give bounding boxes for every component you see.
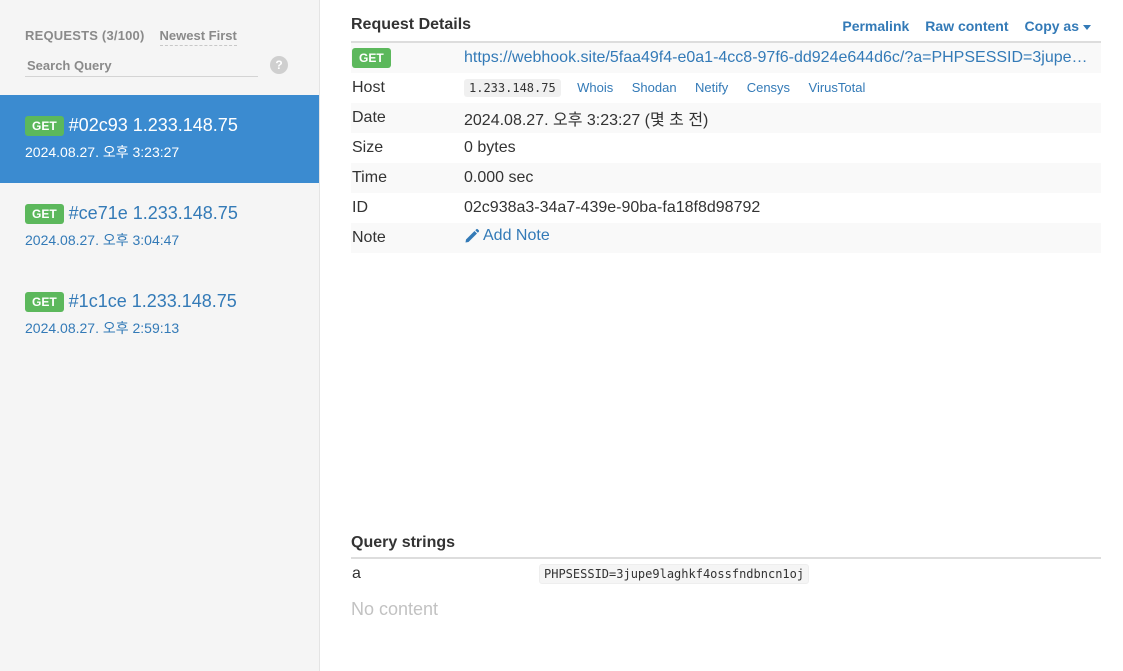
time-value: 0.000 sec (464, 163, 1101, 193)
details-table: GET https://webhook.site/5faa49f4-e0a1-4… (351, 43, 1101, 253)
request-date: 2024.08.27. 오후 3:23:27 (25, 144, 180, 160)
table-row: Date 2024.08.27. 오후 3:23:27 (몇 초 전) (351, 103, 1101, 133)
sort-toggle[interactable]: Newest First (159, 28, 237, 46)
query-key: a (352, 565, 361, 582)
request-url-link[interactable]: https://webhook.site/5faa49f4-e0a1-4cc8-… (464, 49, 1094, 67)
virustotal-link[interactable]: VirusTotal (809, 80, 866, 95)
host-ip: 1.233.148.75 (464, 79, 561, 97)
method-badge: GET (25, 203, 64, 224)
date-value: 2024.08.27. 오후 3:23:27 (몇 초 전) (464, 103, 1101, 133)
method-badge: GET (352, 48, 391, 68)
panel-title: Request Details (351, 16, 472, 33)
requests-count: REQUESTS (3/100) (25, 28, 145, 43)
copy-as-dropdown[interactable]: Copy as (1025, 18, 1091, 34)
request-list: GET #02c93 1.233.148.75 2024.08.27. 오후 3… (0, 95, 319, 359)
request-item[interactable]: GET #02c93 1.233.148.75 2024.08.27. 오후 3… (0, 95, 319, 183)
whois-link[interactable]: Whois (577, 80, 613, 95)
request-item[interactable]: GET #1c1ce 1.233.148.75 2024.08.27. 오후 2… (0, 271, 319, 359)
size-label: Size (352, 139, 384, 156)
id-label: ID (352, 199, 368, 216)
shodan-link[interactable]: Shodan (632, 80, 677, 95)
request-item[interactable]: GET #ce71e 1.233.148.75 2024.08.27. 오후 3… (0, 183, 319, 271)
search-query-input[interactable] (25, 54, 258, 77)
method-badge: GET (25, 291, 64, 312)
censys-link[interactable]: Censys (747, 80, 790, 95)
netify-link[interactable]: Netify (695, 80, 728, 95)
id-value: 02c938a3-34a7-439e-90ba-fa18f8d98792 (464, 199, 761, 216)
table-row: GET https://webhook.site/5faa49f4-e0a1-4… (351, 43, 1101, 73)
request-date: 2024.08.27. 오후 3:04:47 (25, 232, 180, 248)
host-label: Host (352, 79, 385, 96)
add-note-button[interactable]: Add Note (464, 227, 550, 245)
request-details-panel: Request Details Permalink Raw content Co… (351, 0, 1101, 253)
date-label: Date (351, 103, 464, 133)
panel-header: Request Details Permalink Raw content Co… (351, 0, 1101, 43)
no-content-text: No content (351, 599, 439, 619)
size-value: 0 bytes (464, 139, 516, 156)
pencil-icon (465, 228, 480, 243)
sidebar: REQUESTS (3/100) Newest First ? GET #02c… (0, 0, 320, 671)
query-strings-section: Query strings a PHPSESSID=3jupe9laghkf4o… (351, 532, 1101, 620)
query-strings-title: Query strings (351, 532, 1101, 559)
sidebar-header: REQUESTS (3/100) Newest First ? (25, 26, 295, 77)
request-id: #02c93 1.233.148.75 (68, 115, 238, 135)
query-string-row: a PHPSESSID=3jupe9laghkf4ossfndbncn1oj (351, 559, 1101, 589)
table-row: ID 02c938a3-34a7-439e-90ba-fa18f8d98792 (351, 193, 1101, 223)
table-row: Note Add Note (351, 223, 1101, 253)
request-date: 2024.08.27. 오후 2:59:13 (25, 320, 180, 336)
copy-as-label: Copy as (1024, 18, 1079, 34)
help-icon[interactable]: ? (270, 56, 288, 74)
caret-down-icon (1083, 24, 1091, 30)
table-row: Host 1.233.148.75 Whois Shodan Netify Ce… (351, 73, 1101, 103)
query-value: PHPSESSID=3jupe9laghkf4ossfndbncn1oj (539, 564, 810, 584)
note-label: Note (351, 223, 464, 253)
table-row: Time 0.000 sec (351, 163, 1101, 193)
permalink-link[interactable]: Permalink (842, 18, 909, 34)
table-row: Size 0 bytes (351, 133, 1101, 163)
add-note-label: Add Note (483, 227, 550, 244)
request-id: #1c1ce 1.233.148.75 (68, 291, 237, 311)
request-id: #ce71e 1.233.148.75 (68, 203, 238, 223)
method-badge: GET (25, 115, 64, 136)
time-label: Time (351, 163, 464, 193)
raw-content-link[interactable]: Raw content (925, 18, 1008, 34)
